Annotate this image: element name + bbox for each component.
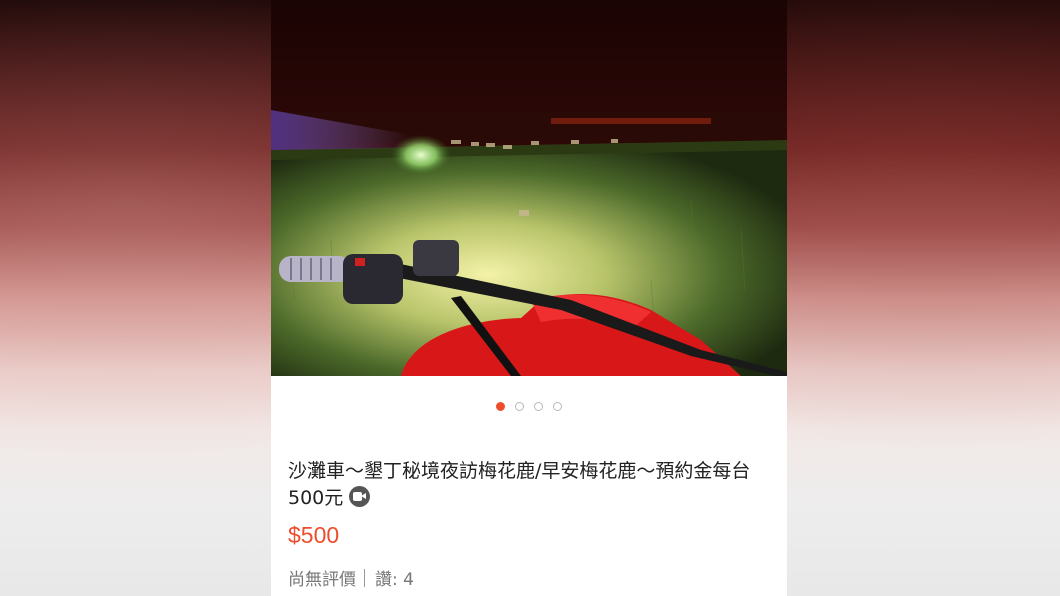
likes-count: 讚: 4 (375, 570, 414, 590)
carousel-dot-4[interactable] (553, 402, 562, 411)
product-meta: 尚無評價 讚: 4 (288, 565, 414, 590)
product-photo[interactable] (271, 0, 787, 376)
video-camera-icon (349, 486, 371, 507)
product-title[interactable]: 沙灘車～墾丁秘境夜訪梅花鹿/早安梅花鹿～預約金每台500元 (288, 458, 768, 512)
rating-text: 尚無評價 (288, 570, 356, 590)
meta-divider (364, 568, 365, 587)
product-price: $500 (288, 522, 340, 548)
carousel-dot-3[interactable] (534, 402, 543, 411)
product-card[interactable]: 沙灘車～墾丁秘境夜訪梅花鹿/早安梅花鹿～預約金每台500元 $500 尚無評價 … (271, 0, 787, 596)
carousel-indicator (271, 402, 787, 414)
carousel-dot-1[interactable] (496, 402, 505, 411)
carousel-dot-2[interactable] (515, 402, 524, 411)
